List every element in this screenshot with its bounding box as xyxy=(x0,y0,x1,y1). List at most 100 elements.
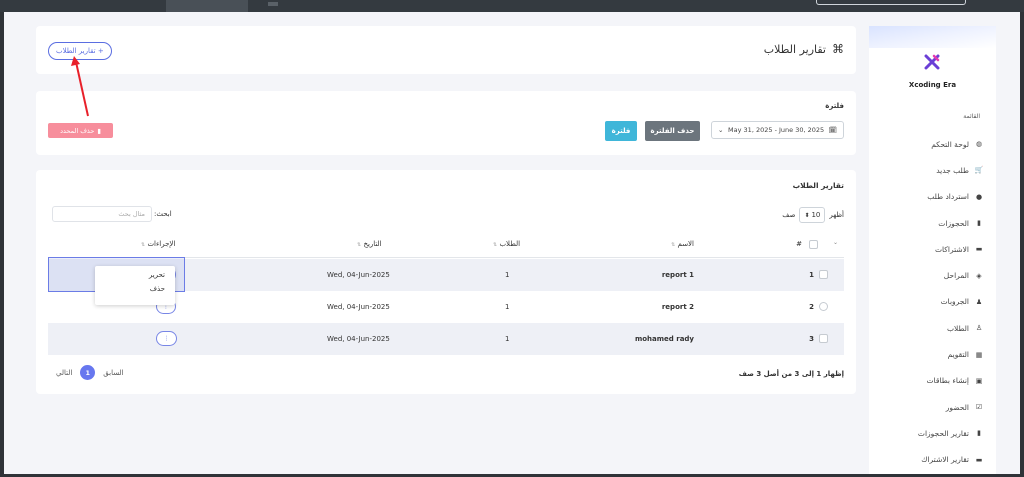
row-date: Wed, 04-Jun-2025 xyxy=(327,271,390,279)
command-icon: ⌘ xyxy=(832,42,844,56)
sidebar-item[interactable]: ▬ الاشتراكات xyxy=(874,236,984,262)
brand-name: Xcoding Era xyxy=(908,81,957,89)
brand-logo-icon xyxy=(924,54,940,70)
row-checkbox[interactable] xyxy=(819,302,828,311)
row-index: 2 xyxy=(809,303,814,311)
browser-tab[interactable] xyxy=(166,0,248,12)
book-icon: ▮ xyxy=(977,219,981,228)
sort-arrows-icon: ⬍ xyxy=(804,211,810,219)
sidebar-item-label: لوحة التحكم xyxy=(931,139,969,149)
col-students[interactable]: الطلاب ⇅ xyxy=(493,240,520,248)
table-title: تقارير الطلاب xyxy=(792,181,844,190)
report-book-icon: ▮ xyxy=(977,429,981,438)
delete-selected-button[interactable]: ▮ حذف المحدد xyxy=(48,123,113,138)
users-icon: ♟ xyxy=(975,297,983,306)
col-name[interactable]: الاسم ⇅ xyxy=(671,240,694,248)
page-length-control: أظهر 10 ⬍ صف xyxy=(782,207,844,223)
calendar-icon: ▦ xyxy=(975,350,983,359)
delete-selected-label: حذف المحدد xyxy=(60,126,95,135)
search-input[interactable]: مثال بحث xyxy=(52,206,152,222)
row-name: report 1 xyxy=(661,271,694,279)
browser-top-bar xyxy=(0,0,1024,12)
refund-icon: ● xyxy=(975,192,983,201)
cart-icon: 🛒 xyxy=(974,166,984,175)
menu-item-delete[interactable]: حذف xyxy=(95,281,175,295)
col-index[interactable]: # xyxy=(796,240,802,248)
id-card-icon: ▣ xyxy=(975,376,983,385)
col-students-label: الطلاب xyxy=(499,240,521,248)
sidebar: Xcoding Era القائمة ◍ لوحة التحكم 🛒 طلب جدي… xyxy=(869,26,996,474)
calendar-icon: 🗓 xyxy=(828,126,837,134)
row-checkbox[interactable] xyxy=(819,270,828,279)
subscriptions-icon: ▬ xyxy=(975,245,983,254)
menu-heading: القائمة xyxy=(963,113,980,120)
sidebar-item[interactable]: 🛒 طلب جديد xyxy=(874,157,984,183)
add-student-report-button[interactable]: + تقارير الطلاب xyxy=(48,42,112,60)
sort-down-icon: ⌄ xyxy=(832,239,838,246)
search-label: ابحث: xyxy=(154,210,172,218)
sidebar-item[interactable]: ▬ تقارير الاشتراك xyxy=(874,447,984,473)
sidebar-item-label: الحجوزات xyxy=(938,218,969,228)
sidebar-item[interactable]: ◍ لوحة التحكم xyxy=(874,131,984,157)
sidebar-item[interactable]: ▮ تقارير الحجوزات xyxy=(874,420,984,446)
row-checkbox[interactable] xyxy=(819,334,828,343)
rows-label: صف xyxy=(782,211,796,219)
page-length-select[interactable]: 10 ⬍ xyxy=(799,207,826,223)
table-search: ابحث: مثال بحث xyxy=(52,206,172,222)
sidebar-item[interactable]: ▮ الحجوزات xyxy=(874,210,984,236)
top-search-box[interactable] xyxy=(816,0,966,5)
table-header: ⌄ # الاسم ⇅ الطلاب ⇅ التاريخ ⇅ الإجراءات… xyxy=(48,232,844,258)
sidebar-nav: ◍ لوحة التحكم 🛒 طلب جديد ● استرداد طلب ▮ الحجوز… xyxy=(874,131,984,474)
clear-filter-button[interactable]: حذف الفلترة xyxy=(645,121,700,141)
sidebar-item[interactable]: ♟ الجروبات xyxy=(874,289,984,315)
page-viewport: ⌘ تقارير الطلاب + تقارير الطلاب فلترة 🗓 … xyxy=(4,12,1020,474)
filter-card: فلترة 🗓 May 31, 2025 - June 30, 2025 ⌄ ح… xyxy=(36,91,856,155)
sidebar-item[interactable]: ▣ إنشاء بطاقات xyxy=(874,368,984,394)
row-date: Wed, 04-Jun-2025 xyxy=(327,303,390,311)
sidebar-item[interactable]: ◈ المراحل xyxy=(874,262,984,288)
sort-icon: ⇅ xyxy=(357,242,362,248)
sidebar-item-label: الطلاب xyxy=(946,323,969,333)
col-date-label: التاريخ xyxy=(363,240,382,248)
sidebar-item-label: إنشاء بطاقات xyxy=(926,376,969,386)
page-title-text: تقارير الطلاب xyxy=(763,42,826,56)
sidebar-item[interactable]: ▭المدرسات xyxy=(874,473,984,474)
report-sub-icon: ▬ xyxy=(975,455,983,464)
menu-item-edit[interactable]: تحرير xyxy=(95,266,175,281)
table-row[interactable]: 3 mohamed rady 1 Wed, 04-Jun-2025 ⋮ xyxy=(48,323,844,355)
col-date[interactable]: التاريخ ⇅ xyxy=(357,240,382,248)
prev-page-button[interactable]: السابق xyxy=(103,369,123,377)
col-name-label: الاسم xyxy=(677,240,694,248)
show-label: أظهر xyxy=(829,211,844,219)
page-1-button[interactable]: 1 xyxy=(80,365,96,380)
sidebar-item[interactable]: ♙ الطلاب xyxy=(874,315,984,341)
row-students: 1 xyxy=(505,271,510,279)
date-range-picker[interactable]: 🗓 May 31, 2025 - June 30, 2025 ⌄ xyxy=(711,121,844,139)
trash-icon: ▮ xyxy=(97,126,101,135)
row-index: 1 xyxy=(809,271,814,279)
row-actions-button[interactable]: ⋮ xyxy=(156,331,177,346)
row-actions-menu: تحرير حذف xyxy=(95,266,175,305)
sidebar-item[interactable]: ▦ التقويم xyxy=(874,341,984,367)
col-actions-label: الإجراءات xyxy=(147,240,176,248)
row-students: 1 xyxy=(505,335,510,343)
select-all-checkbox[interactable] xyxy=(809,240,818,249)
sidebar-item-label: طلب جديد xyxy=(936,165,969,175)
apply-filter-button[interactable]: فلترة xyxy=(605,121,637,141)
page-header-card: ⌘ تقارير الطلاب + تقارير الطلاب xyxy=(36,26,856,74)
pagination: السابق 1 التالي xyxy=(56,365,124,380)
row-name: mohamed rady xyxy=(634,335,694,343)
sidebar-item[interactable]: ☑ الحضور xyxy=(874,394,984,420)
filter-label: فلترة xyxy=(825,102,844,110)
next-page-button[interactable]: التالي xyxy=(56,369,72,377)
sidebar-item-label: الجروبات xyxy=(940,297,969,307)
sidebar-item[interactable]: ● استرداد طلب xyxy=(874,184,984,210)
sidebar-item-label: تقارير الاشتراك xyxy=(921,455,969,465)
table-info: إظهار 1 إلى 3 من أصل 3 صف xyxy=(738,370,844,378)
col-actions[interactable]: الإجراءات ⇅ xyxy=(141,240,175,248)
row-date: Wed, 04-Jun-2025 xyxy=(327,335,390,343)
student-icon: ♙ xyxy=(975,324,983,333)
row-students: 1 xyxy=(505,303,510,311)
layers-icon: ◈ xyxy=(976,271,982,280)
page-length-value: 10 xyxy=(811,211,821,219)
